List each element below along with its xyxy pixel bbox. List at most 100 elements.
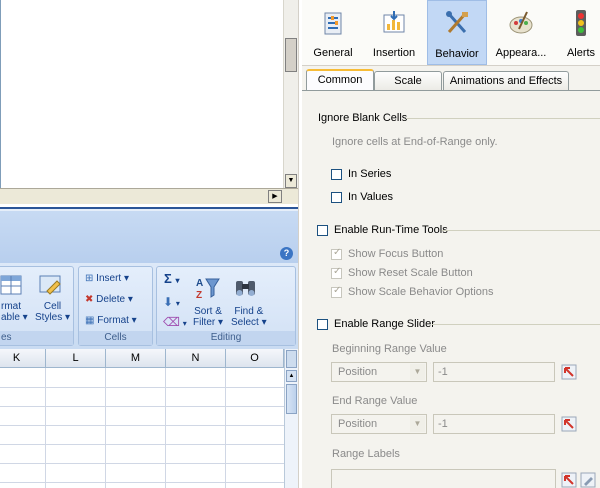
ignore-blank-title: Ignore Blank Cells [318,112,408,124]
cell-styles-button[interactable]: Cell Styles ▾ [35,301,70,323]
styles-group-label: es [0,331,73,345]
toolbar-alerts-button[interactable]: Alerts [556,0,600,65]
grid-line [0,406,284,407]
svg-text:Z: Z [196,290,202,301]
column-header[interactable]: M [106,349,166,368]
cell-picker-icon[interactable] [561,364,577,380]
chevron-down-icon: ▼ [410,416,425,432]
eraser-icon: ⌫ [163,315,180,329]
scrollbar-corner [283,189,298,204]
spreadsheet-grid[interactable]: K L M N O ▲ [0,349,298,488]
excel-background: ▼ ▶ ? rmat able ▾ Cell Styles ▾ es ⊞ Ins… [0,0,298,488]
show-focus-label: Show Focus Button [348,248,444,260]
appearance-icon [509,11,533,34]
help-icon[interactable]: ? [280,247,293,260]
scrollbar-thumb[interactable] [286,384,297,414]
document-horizontal-scrollbar[interactable]: ▶ [0,188,298,204]
range-labels-label: Range Labels [332,448,400,460]
beginning-range-select[interactable]: Position ▼ [331,362,427,382]
clear-button[interactable]: ⌫ ▾ [163,315,187,329]
grid-line [45,368,46,488]
editing-group-label: Editing [157,331,295,345]
show-focus-checkbox[interactable] [331,247,342,260]
grid-line [0,463,284,464]
scrollbar-thumb[interactable] [285,38,297,72]
find-select-button[interactable]: Find & Select ▾ [231,306,267,328]
toolbar-behavior-button[interactable]: Behavior [427,0,487,65]
ribbon-group-styles: rmat able ▾ Cell Styles ▾ es [0,266,74,346]
column-header[interactable]: O [226,349,284,368]
split-handle[interactable] [286,350,297,368]
excel-window: ? rmat able ▾ Cell Styles ▾ es ⊞ Insert … [0,207,298,488]
sort-filter-button[interactable]: Sort & Filter ▾ [193,306,223,328]
column-header[interactable]: N [166,349,226,368]
ribbon-group-cells: ⊞ Insert ▾ ✖ Delete ▾ ▦ Format ▾ Cells [78,266,153,346]
column-header[interactable]: K [0,349,46,368]
document-area [0,0,283,188]
toolbar-label: General [313,47,353,59]
in-values-label: In Values [348,191,394,203]
format-as-table-button[interactable]: rmat able ▾ [1,301,28,323]
format-button[interactable]: ▦ Format ▾ [85,315,137,326]
cell-styles-icon [39,275,61,295]
scroll-up-icon[interactable]: ▲ [286,370,297,382]
show-behavior-label: Show Scale Behavior Options [348,286,494,298]
format-icon: ▦ [85,315,95,326]
sigma-icon: Σ [164,271,172,286]
end-range-select[interactable]: Position ▼ [331,414,427,434]
toolbar-general-button[interactable]: General [306,0,360,65]
enable-runtime-tools-checkbox[interactable] [317,225,328,236]
behavior-icon [446,11,468,33]
end-range-input[interactable]: -1 [433,414,555,434]
beginning-range-label: Beginning Range Value [332,343,447,355]
grid-line [225,368,226,488]
category-toolbar: General Insertion Behavior Appeara... Al… [302,0,600,66]
tab-common[interactable]: Common [306,69,374,91]
column-headers: K L M N O [0,349,284,368]
toolbar-label: Behavior [435,48,479,60]
show-behavior-checkbox[interactable] [331,285,342,298]
grid-line [0,444,284,445]
show-reset-label: Show Reset Scale Button [348,267,473,279]
insert-button[interactable]: ⊞ Insert ▾ [85,273,129,284]
beginning-range-input[interactable]: -1 [433,362,555,382]
in-values-checkbox[interactable] [331,192,342,203]
ignore-blank-description: Ignore cells at End-of-Range only. [332,136,498,148]
sheet-vertical-scrollbar[interactable]: ▲ [284,349,298,488]
toolbar-appearance-button[interactable]: Appeara... [490,0,552,65]
tab-animations-effects[interactable]: Animations and Effects [443,71,569,90]
grid-line [165,368,166,488]
grid-line [0,482,284,483]
in-series-checkbox[interactable] [331,169,342,180]
edit-labels-icon[interactable] [580,472,596,488]
tab-scale[interactable]: Scale [374,71,442,90]
scroll-down-icon[interactable]: ▼ [285,174,297,188]
ribbon-header: ? [0,211,298,263]
cells-group-label: Cells [79,331,152,345]
fill-button[interactable]: ⬇ ▾ [163,295,180,309]
cell-picker-icon[interactable] [561,472,577,488]
in-series-label: In Series [348,168,392,180]
chevron-down-icon: ▼ [410,364,425,380]
grid-line [0,425,284,426]
document-vertical-scrollbar[interactable]: ▼ [283,0,298,188]
tab-content-common: Ignore Blank Cells Ignore cells at End-o… [302,91,600,488]
delete-button[interactable]: ✖ Delete ▾ [85,294,133,305]
scroll-right-icon[interactable]: ▶ [268,190,282,203]
insertion-icon [383,11,405,33]
toolbar-insertion-button[interactable]: Insertion [364,0,424,65]
cell-picker-icon[interactable] [561,416,577,432]
ribbon: rmat able ▾ Cell Styles ▾ es ⊞ Insert ▾ … [0,263,298,349]
binoculars-icon [236,281,255,296]
range-labels-input[interactable] [331,469,556,488]
toolbar-label: Appeara... [495,47,547,59]
svg-text:A: A [196,278,203,289]
properties-panel: General Insertion Behavior Appeara... Al… [302,0,600,488]
show-reset-checkbox[interactable] [331,266,342,279]
grid-line [105,368,106,488]
autosum-button[interactable]: Σ ▾ [164,271,179,286]
column-header[interactable]: L [46,349,106,368]
enable-range-slider-checkbox[interactable] [317,319,328,330]
separator [442,230,600,231]
insert-icon: ⊞ [85,273,94,284]
